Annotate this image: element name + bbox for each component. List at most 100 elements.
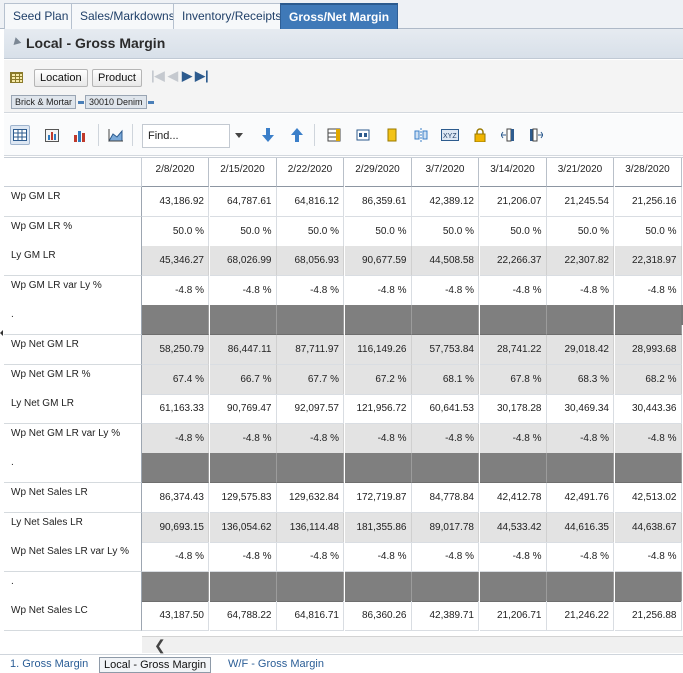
table-cell[interactable]: -4.8 % bbox=[209, 542, 277, 573]
column-header[interactable]: 3/28/2020 bbox=[614, 158, 682, 187]
table-cell[interactable]: 30,443.36 bbox=[614, 394, 682, 425]
table-cell[interactable]: 86,374.43 bbox=[142, 483, 209, 513]
row-header[interactable]: Wp GM LR % bbox=[4, 216, 142, 247]
row-header[interactable]: Wp Net GM LR var Ly % bbox=[4, 423, 142, 454]
table-cell[interactable]: 21,246.22 bbox=[547, 601, 614, 632]
table-cell[interactable]: 29,018.42 bbox=[547, 335, 614, 365]
table-cell[interactable]: -4.8 % bbox=[479, 542, 547, 573]
table-cell[interactable]: 50.0 % bbox=[547, 216, 614, 247]
table-cell[interactable] bbox=[277, 305, 344, 336]
table-cell[interactable]: -4.8 % bbox=[344, 542, 412, 573]
table-cell[interactable]: 68,026.99 bbox=[209, 246, 277, 277]
table-cell[interactable]: 50.0 % bbox=[277, 216, 344, 247]
table-cell[interactable]: 50.0 % bbox=[344, 216, 412, 247]
table-cell[interactable]: -4.8 % bbox=[547, 423, 614, 454]
find-next-icon[interactable] bbox=[258, 125, 278, 145]
table-cell[interactable]: 129,575.83 bbox=[209, 483, 277, 513]
table-cell[interactable] bbox=[614, 453, 682, 484]
pivot-rows-icon[interactable] bbox=[324, 125, 344, 145]
table-cell[interactable] bbox=[547, 305, 614, 336]
breadcrumb-location[interactable]: Brick & Mortar bbox=[11, 95, 77, 109]
table-cell[interactable]: 60,641.53 bbox=[412, 394, 479, 425]
table-cell[interactable]: 64,816.12 bbox=[277, 187, 344, 217]
table-cell[interactable]: -4.8 % bbox=[277, 542, 344, 573]
table-cell[interactable] bbox=[142, 453, 209, 484]
tab-local-gross-margin[interactable]: Local - Gross Margin bbox=[99, 657, 212, 673]
table-cell[interactable]: 43,187.50 bbox=[142, 601, 209, 632]
next-page-icon[interactable]: ▶ bbox=[182, 68, 192, 84]
tab-gross-net-margin[interactable]: Gross/Net Margin bbox=[280, 3, 399, 29]
table-cell[interactable]: 50.0 % bbox=[479, 216, 547, 247]
horizontal-scrollbar[interactable]: ❮ bbox=[142, 636, 683, 653]
table-cell[interactable]: 121,956.72 bbox=[344, 394, 412, 425]
table-cell[interactable]: 30,469.34 bbox=[547, 394, 614, 425]
tab-sales-markdowns[interactable]: Sales/Markdowns bbox=[71, 3, 184, 29]
table-cell[interactable]: 68.3 % bbox=[547, 364, 614, 395]
table-cell[interactable] bbox=[142, 571, 209, 602]
table-cell[interactable] bbox=[344, 571, 412, 602]
tab-seed-plan[interactable]: Seed Plan bbox=[4, 3, 78, 29]
table-cell[interactable]: 67.7 % bbox=[277, 364, 344, 395]
splitter-handle-icon[interactable] bbox=[0, 330, 3, 336]
find-input[interactable]: Find... bbox=[142, 124, 230, 148]
table-cell[interactable]: 89,017.78 bbox=[412, 512, 479, 543]
highlight-column-icon[interactable] bbox=[382, 125, 402, 145]
column-header[interactable]: 2/22/2020 bbox=[277, 158, 344, 187]
table-cell[interactable]: 68,056.93 bbox=[277, 246, 344, 277]
table-cell[interactable]: 64,788.22 bbox=[209, 601, 277, 632]
row-header[interactable]: Wp Net GM LR % bbox=[4, 364, 142, 395]
column-header[interactable]: 2/8/2020 bbox=[142, 158, 209, 187]
table-cell[interactable]: 129,632.84 bbox=[277, 483, 344, 513]
table-cell[interactable]: 21,256.16 bbox=[614, 187, 682, 217]
table-cell[interactable] bbox=[479, 453, 547, 484]
table-cell[interactable]: -4.8 % bbox=[547, 542, 614, 573]
table-cell[interactable]: 64,787.61 bbox=[209, 187, 277, 217]
table-cell[interactable] bbox=[412, 453, 479, 484]
row-header[interactable]: . bbox=[4, 453, 142, 484]
table-cell[interactable]: -4.8 % bbox=[479, 275, 547, 306]
table-cell[interactable]: 44,508.58 bbox=[412, 246, 479, 277]
table-cell[interactable]: 87,711.97 bbox=[277, 335, 344, 365]
table-cell[interactable]: 50.0 % bbox=[209, 216, 277, 247]
chart-table-icon[interactable] bbox=[42, 125, 62, 145]
last-page-icon[interactable]: ▶| bbox=[195, 68, 209, 84]
table-cell[interactable] bbox=[479, 571, 547, 602]
table-cell[interactable]: 50.0 % bbox=[614, 216, 682, 247]
table-cell[interactable] bbox=[547, 571, 614, 602]
table-cell[interactable]: 42,513.02 bbox=[614, 483, 682, 513]
table-cell[interactable]: 42,389.12 bbox=[412, 187, 479, 217]
table-cell[interactable] bbox=[547, 453, 614, 484]
table-cell[interactable]: 42,389.71 bbox=[412, 601, 479, 632]
table-cell[interactable] bbox=[209, 571, 277, 602]
table-cell[interactable]: 68.1 % bbox=[412, 364, 479, 395]
table-cell[interactable]: -4.8 % bbox=[614, 275, 682, 306]
row-header[interactable]: Wp GM LR var Ly % bbox=[4, 275, 142, 306]
column-header[interactable]: 3/21/2020 bbox=[547, 158, 614, 187]
table-cell[interactable]: -4.8 % bbox=[142, 275, 209, 306]
move-column-left-icon[interactable] bbox=[498, 125, 518, 145]
table-cell[interactable]: -4.8 % bbox=[209, 275, 277, 306]
table-cell[interactable] bbox=[479, 305, 547, 336]
table-cell[interactable]: -4.8 % bbox=[344, 275, 412, 306]
area-chart-icon[interactable] bbox=[106, 125, 126, 145]
row-header[interactable]: . bbox=[4, 305, 142, 336]
table-cell[interactable]: -4.8 % bbox=[142, 423, 209, 454]
table-cell[interactable] bbox=[344, 305, 412, 336]
table-cell[interactable]: 44,638.67 bbox=[614, 512, 682, 543]
xyz-format-icon[interactable]: XYZ bbox=[440, 125, 460, 145]
table-cell[interactable] bbox=[614, 571, 682, 602]
table-cell[interactable]: 90,693.15 bbox=[142, 512, 209, 543]
scroll-left-icon[interactable]: ❮ bbox=[154, 638, 166, 652]
table-cell[interactable]: 181,355.86 bbox=[344, 512, 412, 543]
bar-chart-icon[interactable] bbox=[70, 125, 90, 145]
table-cell[interactable]: 28,993.68 bbox=[614, 335, 682, 365]
table-cell[interactable]: 22,266.37 bbox=[479, 246, 547, 277]
collapse-arrow-icon[interactable] bbox=[10, 37, 22, 48]
row-header[interactable]: Ly Net Sales LR bbox=[4, 512, 142, 543]
table-cell[interactable] bbox=[277, 571, 344, 602]
table-cell[interactable] bbox=[209, 453, 277, 484]
table-cell[interactable]: 50.0 % bbox=[412, 216, 479, 247]
table-cell[interactable]: -4.8 % bbox=[277, 423, 344, 454]
table-cell[interactable] bbox=[614, 305, 682, 336]
table-cell[interactable]: 44,533.42 bbox=[479, 512, 547, 543]
